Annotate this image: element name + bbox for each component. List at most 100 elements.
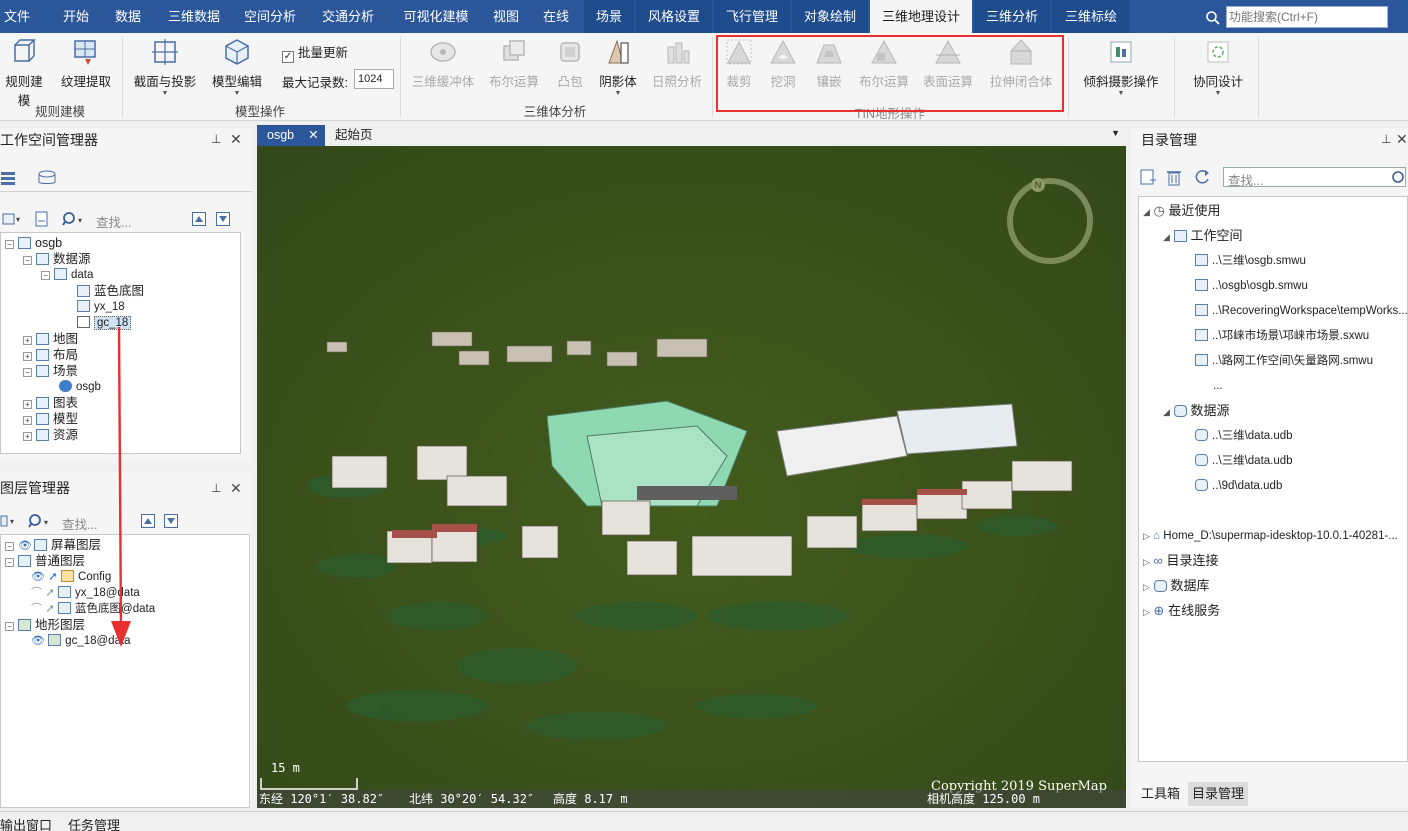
catalog-datasource-file[interactable]: ..\9d\data.udb (1195, 478, 1282, 494)
task-manager-tab[interactable]: 任务管理 (68, 815, 120, 831)
workspace-tree-tab-icon[interactable] (0, 170, 20, 186)
layer-node-screen[interactable]: − 👁 屏幕图层 (5, 537, 101, 553)
menu-tab-flight-management[interactable]: 飞行管理 (714, 0, 790, 33)
sunlight-analysis-button[interactable]: 日照分析 (648, 33, 706, 90)
search-dropdown-icon[interactable]: ▾ (28, 513, 54, 529)
tab-list-dropdown-icon[interactable]: ▼ (1111, 128, 1120, 138)
catalog-node-connections[interactable]: ▷ ∞ 目录连接 (1143, 553, 1218, 569)
eye-icon[interactable]: 👁 (31, 571, 45, 583)
menu-tab-data[interactable]: 数据 (104, 0, 152, 33)
search-icon[interactable] (1205, 10, 1221, 26)
checkbox-checked-icon[interactable]: ✓ (282, 51, 294, 63)
tree-node-scenes[interactable]: − 场景 (23, 363, 78, 379)
close-tab-icon[interactable]: ✕ (308, 128, 318, 142)
layer-node-terrain[interactable]: − 地形图层 (5, 617, 85, 633)
move-down-icon[interactable] (164, 514, 178, 528)
pin-icon[interactable]: ⊥ (211, 481, 221, 495)
menu-tab-spatial-analysis[interactable]: 空间分析 (234, 0, 306, 33)
menu-tab-3d-geo-design[interactable]: 三维地理设计 (870, 0, 972, 33)
function-search-input[interactable] (1229, 8, 1384, 26)
catalog-datasource-file[interactable]: ..\三维\data.udb (1195, 453, 1293, 469)
move-up-icon[interactable] (141, 514, 155, 528)
menu-tab-style-settings[interactable]: 风格设置 (636, 0, 712, 33)
catalog-tab[interactable]: 目录管理 (1188, 782, 1249, 806)
delete-icon[interactable] (1165, 168, 1183, 186)
tree-node-layouts[interactable]: + 布局 (23, 347, 78, 363)
buffer-3d-button[interactable]: 三维缓冲体 (408, 33, 478, 90)
menu-tab-scene[interactable]: 场景 (584, 0, 634, 33)
move-up-icon[interactable] (192, 212, 206, 226)
close-icon[interactable]: ✕ (230, 480, 242, 497)
menu-tab-3d-data[interactable]: 三维数据 (158, 0, 230, 33)
menu-tab-online[interactable]: 在线 (534, 0, 578, 33)
new-workspace-icon[interactable] (34, 211, 50, 227)
menu-tab-traffic-analysis[interactable]: 交通分析 (312, 0, 384, 33)
catalog-search-input[interactable]: 查找... (1223, 167, 1406, 188)
catalog-more[interactable]: ... (1213, 378, 1223, 394)
new-folder-icon[interactable] (1139, 168, 1157, 186)
catalog-workspace-file[interactable]: ..\路网工作空间\矢量路网.smwu (1195, 353, 1373, 369)
select-arrow-icon[interactable]: ➚ (45, 603, 55, 615)
database-tab-icon[interactable] (36, 170, 58, 186)
move-down-icon[interactable] (216, 212, 230, 226)
layer-search-input[interactable]: 查找... (62, 514, 97, 533)
convex-hull-button[interactable]: 凸包 (550, 33, 590, 90)
refresh-icon[interactable] (1193, 168, 1211, 186)
catalog-workspace-file[interactable]: ..\RecoveringWorkspace\tempWorks... (1195, 303, 1408, 319)
catalog-node-home[interactable]: ▷ ⌂ Home_D:\supermap-idesktop-10.0.1-402… (1143, 528, 1398, 544)
boolean-op-button[interactable]: 布尔运算 (484, 33, 544, 90)
max-records-input[interactable]: 1024 (354, 69, 394, 89)
catalog-workspace-file[interactable]: ..\邛崃市场景\邛崃市场景.sxwu (1195, 328, 1369, 344)
pin-icon[interactable]: ⊥ (211, 132, 221, 146)
close-icon[interactable]: ✕ (1396, 131, 1408, 148)
tree-node-maps[interactable]: + 地图 (23, 331, 78, 347)
function-search[interactable] (1206, 6, 1388, 28)
tree-node-datasources[interactable]: − 数据源 (23, 251, 91, 267)
batch-update-checkbox[interactable]: ✓ 批量更新 (282, 42, 348, 63)
tree-node-workspace[interactable]: − osgb (5, 235, 62, 251)
model-edit-button[interactable]: 模型编辑 ▼ (208, 33, 266, 98)
layer-tools-icon[interactable]: ▾ (0, 514, 20, 528)
pin-icon[interactable]: ⊥ (1381, 132, 1391, 146)
catalog-node-database[interactable]: ▷ 数据库 (1143, 578, 1210, 594)
tree-node-data[interactable]: − data (41, 267, 93, 283)
close-icon[interactable]: ✕ (230, 131, 242, 148)
doc-tab-osgb[interactable]: osgb ✕ (257, 125, 325, 146)
open-datasource-icon[interactable]: ▾ (2, 212, 22, 226)
collab-design-button[interactable]: 协同设计 ▼ (1186, 33, 1250, 98)
tree-node-scene-osgb[interactable]: osgb (59, 379, 101, 395)
tree-node-charts[interactable]: + 图表 (23, 395, 78, 411)
catalog-node-workspace[interactable]: ◢ 工作空间 (1163, 228, 1243, 244)
section-projection-button[interactable]: 截面与投影 ▼ (130, 33, 200, 98)
oblique-photo-button[interactable]: 倾斜摄影操作 ▼ (1076, 33, 1166, 98)
select-arrow-icon[interactable]: ➚ (45, 587, 55, 599)
rule-model-button[interactable]: 规则建模 (0, 33, 48, 109)
select-arrow-icon[interactable]: ➚ (48, 571, 58, 583)
menu-tab-file[interactable]: 文件 (0, 0, 34, 33)
catalog-workspace-file[interactable]: ..\三维\osgb.smwu (1195, 253, 1306, 269)
tree-node-yx18[interactable]: yx_18 (77, 299, 125, 315)
eye-icon[interactable]: 👁 (31, 635, 45, 647)
menu-tab-view[interactable]: 视图 (484, 0, 528, 33)
catalog-datasource-file[interactable]: ..\三维\data.udb (1195, 428, 1293, 444)
menu-tab-start[interactable]: 开始 (52, 0, 100, 33)
search-dropdown-icon[interactable]: ▾ (62, 211, 88, 227)
tree-node-models[interactable]: + 模型 (23, 411, 78, 427)
catalog-node-online[interactable]: ▷ ⊕ 在线服务 (1143, 603, 1220, 619)
catalog-workspace-file[interactable]: ..\osgb\osgb.smwu (1195, 278, 1308, 294)
output-window-tab[interactable]: 输出窗口 (0, 815, 52, 831)
search-icon[interactable] (1391, 170, 1405, 184)
eye-hidden-icon[interactable]: ⌒ (31, 587, 42, 599)
layer-node-normal[interactable]: − 普通图层 (5, 553, 85, 569)
scene-viewport[interactable]: N 15 m Copyright 2019 SuperMap 东经 120°1′… (257, 146, 1126, 808)
workspace-search-input[interactable]: 查找... (96, 212, 131, 231)
shadow-body-button[interactable]: 阴影体 ▼ (596, 33, 640, 98)
catalog-node-recent[interactable]: ◢ ◷ 最近使用 (1143, 203, 1221, 219)
menu-tab-3d-analysis[interactable]: 三维分析 (974, 0, 1050, 33)
menu-tab-3d-plotting[interactable]: 三维标绘 (1052, 0, 1130, 33)
catalog-node-datasource[interactable]: ◢ 数据源 (1163, 403, 1230, 419)
texture-extract-button[interactable]: 纹理提取 (58, 33, 114, 90)
eye-hidden-icon[interactable]: ⌒ (31, 603, 42, 615)
menu-tab-visual-modeling[interactable]: 可视化建模 (392, 0, 480, 33)
tree-node-resources[interactable]: + 资源 (23, 427, 78, 443)
